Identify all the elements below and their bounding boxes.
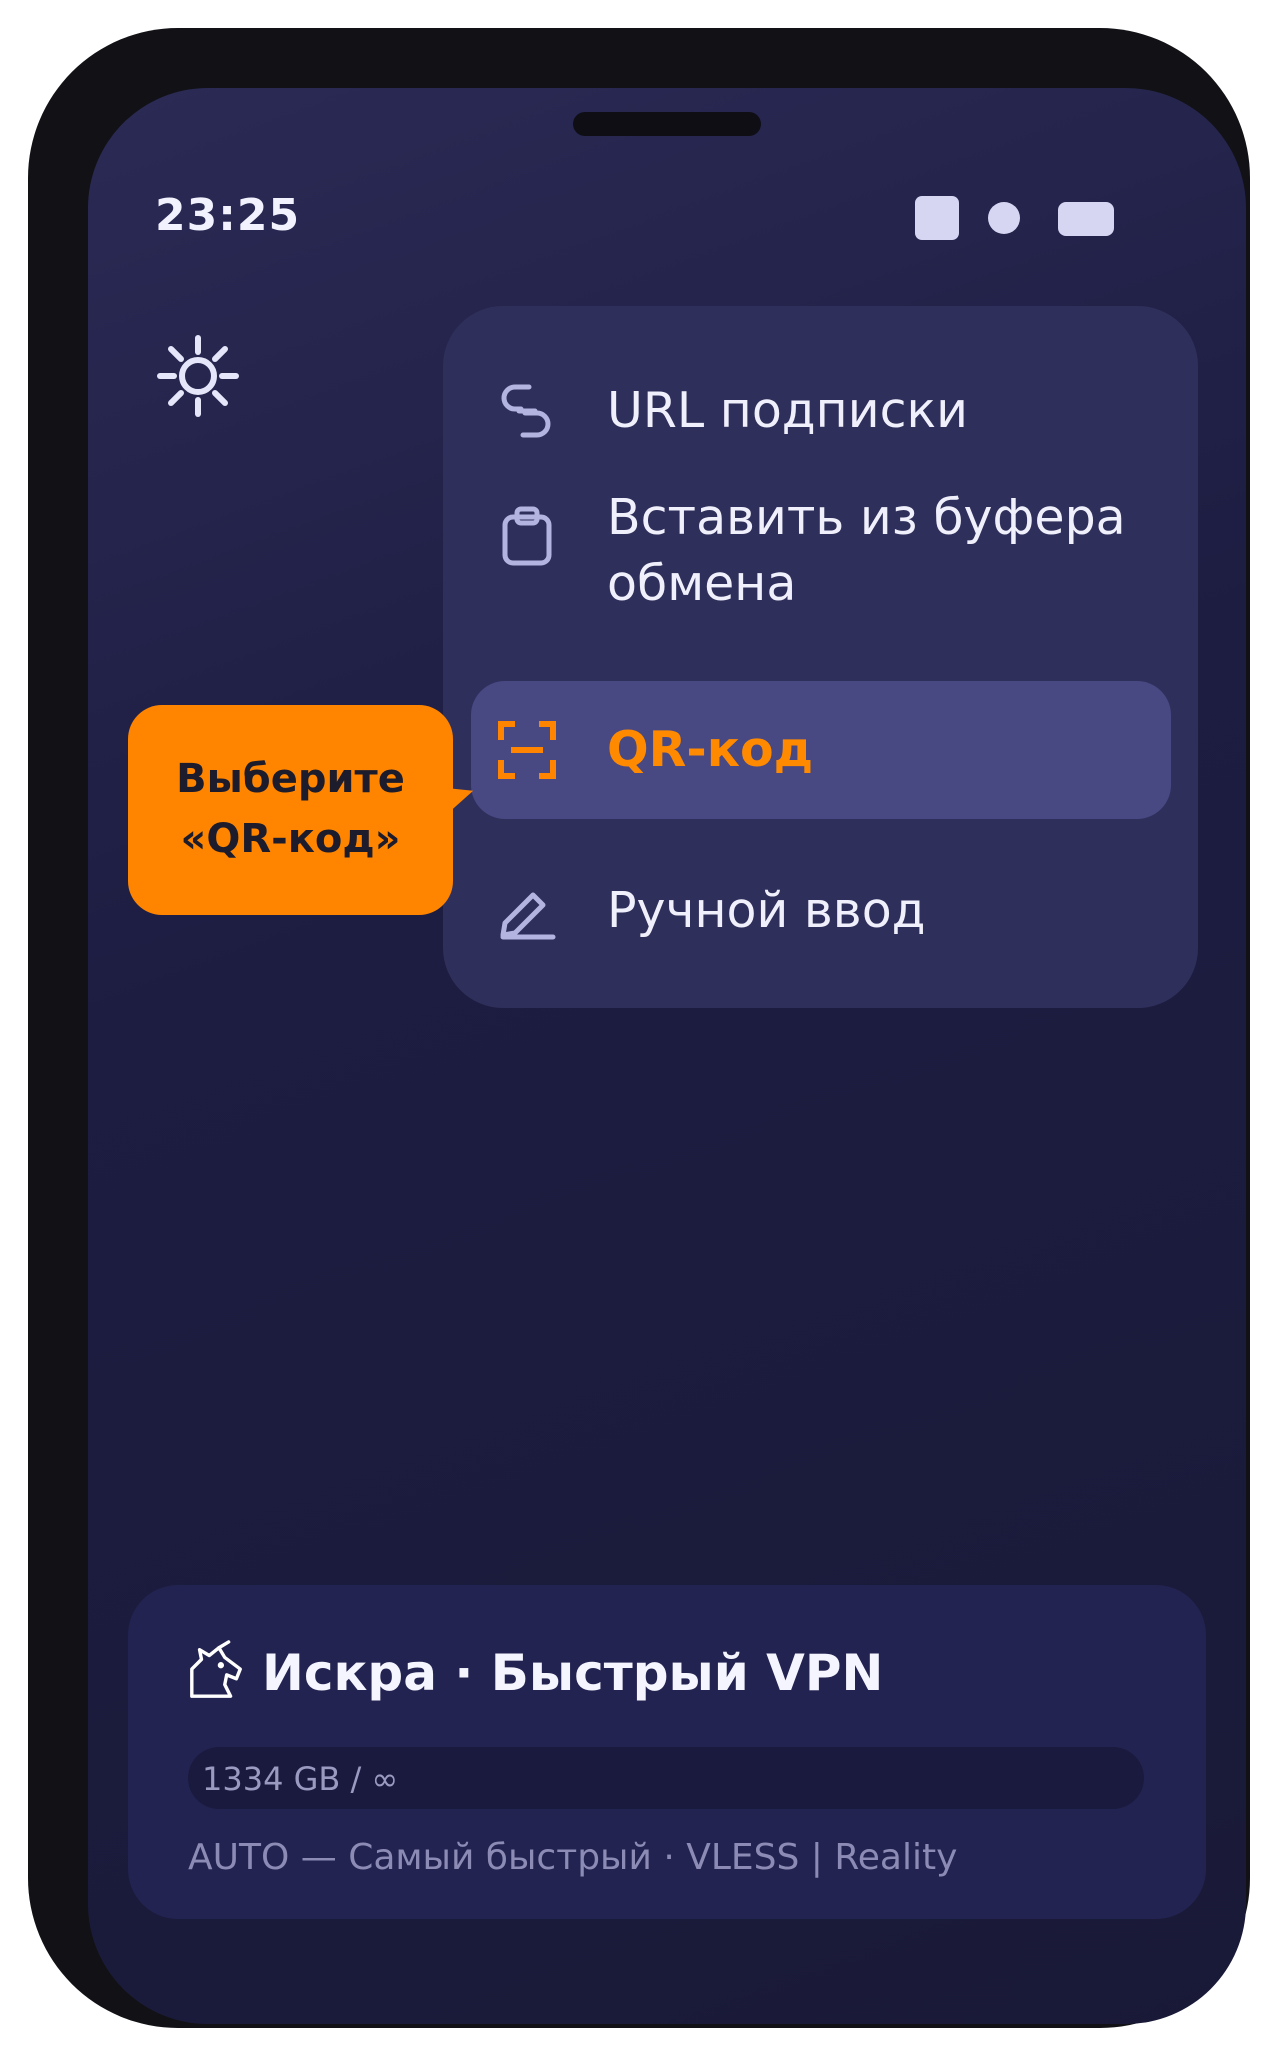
clipboard-icon [502,506,552,566]
subscription-link-icon [501,384,551,438]
hint-text: Выберите «QR-код» [128,749,453,869]
signal-icon [988,202,1020,234]
menu-item-label: Вставить из буфера обмена [607,489,1126,612]
hint-line-1: Выберите [176,756,405,802]
camera-notch [573,112,761,136]
menu-item-paste-clipboard[interactable]: Вставить из буфера обмена [471,481,1171,641]
pencil-icon [500,892,556,940]
add-config-menu: URL подписки Вставить из буфера обмена Q… [443,306,1198,1008]
server-card[interactable]: Искра · Быстрый VPN 1334 GB / ∞ AUTO — С… [128,1585,1206,1919]
phone-frame: 23:25 URL подписки Вставить из буфера об… [28,28,1250,2028]
settings-button[interactable] [150,328,246,424]
menu-item-manual-entry[interactable]: Ручной ввод [471,841,1171,981]
status-time: 23:25 [155,190,301,241]
connection-mode-text: AUTO — Самый быстрый · VLESS | Reality [188,1837,958,1878]
qr-scan-icon [498,721,556,779]
gear-icon [157,335,239,417]
menu-item-label: QR-код [607,721,814,778]
battery-icon [1058,202,1114,236]
hint-line-2: «QR-код» [180,816,401,862]
traffic-usage-text: 1334 GB / ∞ [202,1760,399,1798]
menu-item-label: URL подписки [607,382,968,439]
phone-screen: 23:25 URL подписки Вставить из буфера об… [88,88,1246,2024]
server-name: Искра · Быстрый VPN [262,1644,884,1702]
traffic-usage-bar: 1334 GB / ∞ [188,1747,1144,1809]
menu-item-subscription-url[interactable]: URL подписки [471,356,1171,466]
hint-callout: Выберите «QR-код» [128,705,453,915]
menu-item-qr-code[interactable]: QR-код [471,681,1171,819]
menu-item-label: Ручной ввод [607,882,926,939]
notification-icon [915,196,959,240]
unicorn-icon [190,1640,242,1698]
